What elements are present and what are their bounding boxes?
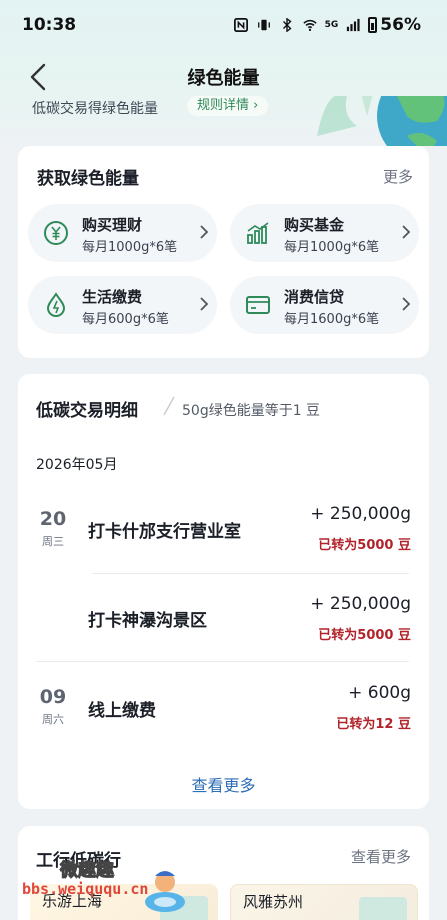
earth-illustration [317,96,447,146]
yuan-coin-icon [44,221,68,245]
travel-card-label: 风雅苏州 [243,893,304,911]
tx-weekday: 周六 [42,713,64,726]
month-label: 2026年05月 [36,457,118,473]
bluetooth-icon [282,18,292,32]
gain-card-title: 获取绿色能量 [37,169,139,189]
tx-day: 09 [39,686,67,708]
gain-item-title: 生活缴费 [82,288,143,306]
detail-card-title: 低碳交易明细 [36,401,138,421]
vibrate-icon [257,19,270,31]
page-title: 绿色能量 [187,68,260,89]
mascot-illustration [145,871,185,912]
battery-indicator: 56% [368,15,421,35]
gain-item-subtitle: 每月1000g*6笔 [284,240,380,255]
detail-card-subtitle: 50g绿色能量等于1 豆 [182,403,321,419]
watermark-url: bbs.weiququ.cn [22,880,149,898]
watermark: 微趣趣 bbs.weiququ.cn [22,854,192,916]
chevron-right-icon [402,225,411,239]
gain-item-wealth[interactable]: 购买理财 每月1000g*6笔 [28,204,217,262]
travel-illustration [359,897,407,920]
gain-item-subtitle: 每月1000g*6笔 [82,240,178,255]
chevron-right-icon [402,297,411,311]
tx-day: 20 [39,508,67,530]
travel-card-suzhou[interactable]: 风雅苏州 [230,884,418,920]
gain-energy-card: 获取绿色能量 更多 购买理财 每月1000g*6笔 购买基金 每月1000g*6… [18,146,429,358]
status-bar: 10:38 5G 56% [0,0,447,50]
drop-icon [46,292,66,317]
gain-item-title: 消费信贷 [284,288,345,306]
tx-amount: + 250,000g [310,594,411,614]
tx-name: 线上缴费 [88,701,156,721]
battery-level: 56% [380,15,421,35]
gain-item-title: 购买理财 [82,216,143,234]
tx-name: 打卡神瀑沟景区 [88,611,207,631]
banner-text: 低碳交易得绿色能量 [32,101,158,117]
gain-item-subtitle: 每月600g*6笔 [82,312,169,327]
credit-card-icon [246,296,270,314]
network-type: 5G [324,20,339,30]
gain-item-fund[interactable]: 购买基金 每月1000g*6笔 [230,204,419,262]
tx-name: 打卡什邡支行营业室 [88,522,241,542]
gain-item-credit[interactable]: 消费信贷 每月1600g*6笔 [230,276,419,334]
rules-details-button[interactable]: 规则详情 › [187,96,269,116]
gain-item-title: 购买基金 [284,216,345,234]
tx-amount: + 250,000g [310,504,411,524]
bar-chart-icon [247,222,269,244]
tx-weekday: 周三 [42,535,64,548]
row-divider [36,661,409,662]
signal-icon [347,18,360,32]
row-divider [92,573,409,574]
status-time: 10:38 [22,15,77,35]
chevron-right-icon [200,225,209,239]
bottom-see-more-link[interactable]: 查看更多 [351,846,411,867]
divider-slash [163,396,175,416]
gain-item-subtitle: 每月1600g*6笔 [284,312,380,327]
nav-bar: 绿色能量 [0,52,447,102]
watermark-title: 微趣趣 [60,860,115,882]
chevron-right-icon [200,297,209,311]
gain-item-utilities[interactable]: 生活缴费 每月600g*6笔 [28,276,217,334]
tx-converted: 已转为5000 豆 [318,538,411,553]
see-more-link[interactable]: 查看更多 [18,772,429,796]
tx-amount: + 600g [348,683,411,703]
gain-more-link[interactable]: 更多 [383,166,413,187]
battery-icon [368,17,378,33]
transaction-detail-card: 低碳交易明细 50g绿色能量等于1 豆 2026年05月 20 周三 打卡什邡支… [18,374,429,809]
tx-converted: 已转为5000 豆 [318,628,411,643]
nfc-icon [233,18,248,32]
tx-converted: 已转为12 豆 [336,717,411,732]
banner: 低碳交易得绿色能量 规则详情 › [0,96,447,146]
status-icons: 5G 56% [233,15,421,35]
wifi-icon [302,19,317,31]
